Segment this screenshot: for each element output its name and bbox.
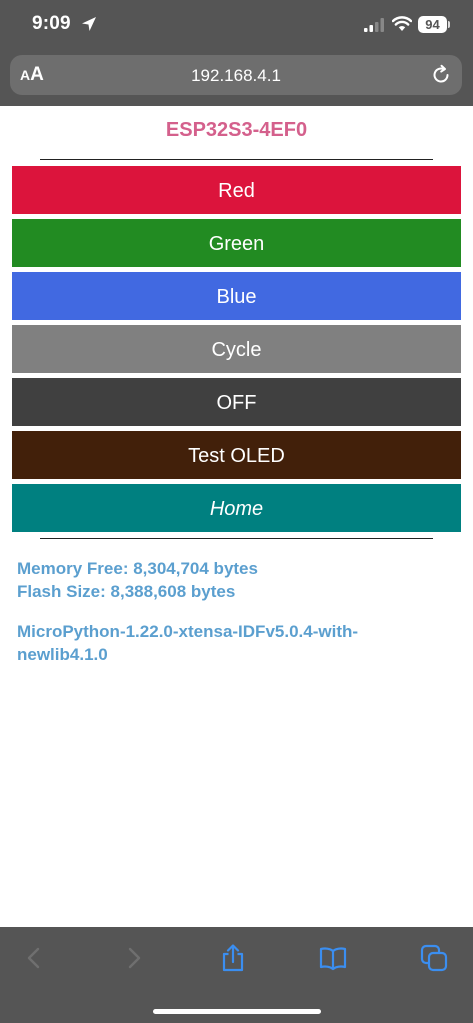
red-button[interactable]: Red bbox=[12, 166, 461, 214]
battery-tip bbox=[448, 21, 450, 28]
status-time: 9:09 bbox=[32, 13, 71, 34]
location-arrow-icon bbox=[82, 17, 96, 31]
cycle-button[interactable]: Cycle bbox=[12, 325, 461, 373]
memory-free-text: Memory Free: 8,304,704 bytes bbox=[17, 559, 258, 578]
status-bar: 9:09 94 bbox=[0, 0, 473, 52]
divider-top bbox=[40, 159, 433, 160]
cellular-signal-icon bbox=[364, 18, 384, 32]
color-button-list: Red Green Blue Cycle OFF Test OLED Home bbox=[12, 166, 461, 537]
divider-bottom bbox=[40, 538, 433, 539]
battery-level: 94 bbox=[425, 17, 440, 32]
browser-toolbar bbox=[0, 927, 473, 1023]
home-button[interactable]: Home bbox=[12, 484, 461, 532]
tabs-icon[interactable] bbox=[420, 944, 448, 972]
home-indicator bbox=[153, 1009, 321, 1014]
reload-icon[interactable] bbox=[430, 64, 452, 86]
flash-size-text: Flash Size: 8,388,608 bytes bbox=[17, 582, 236, 601]
url-text[interactable]: 192.168.4.1 bbox=[10, 66, 462, 86]
share-icon[interactable] bbox=[219, 944, 247, 972]
wifi-icon bbox=[392, 16, 412, 31]
battery-icon: 94 bbox=[418, 16, 447, 33]
browser-address-area: AA 192.168.4.1 bbox=[0, 52, 473, 106]
forward-icon[interactable] bbox=[120, 944, 148, 972]
test-oled-button[interactable]: Test OLED bbox=[12, 431, 461, 479]
blue-button[interactable]: Blue bbox=[12, 272, 461, 320]
bookmarks-icon[interactable] bbox=[319, 944, 347, 972]
green-button[interactable]: Green bbox=[12, 219, 461, 267]
firmware-version-text: MicroPython-1.22.0-xtensa-IDFv5.0.4-with… bbox=[17, 622, 359, 664]
page-title: ESP32S3-4EF0 bbox=[165, 119, 308, 141]
back-icon[interactable] bbox=[20, 944, 48, 972]
url-bar[interactable]: AA 192.168.4.1 bbox=[10, 55, 462, 95]
off-button[interactable]: OFF bbox=[12, 378, 461, 426]
